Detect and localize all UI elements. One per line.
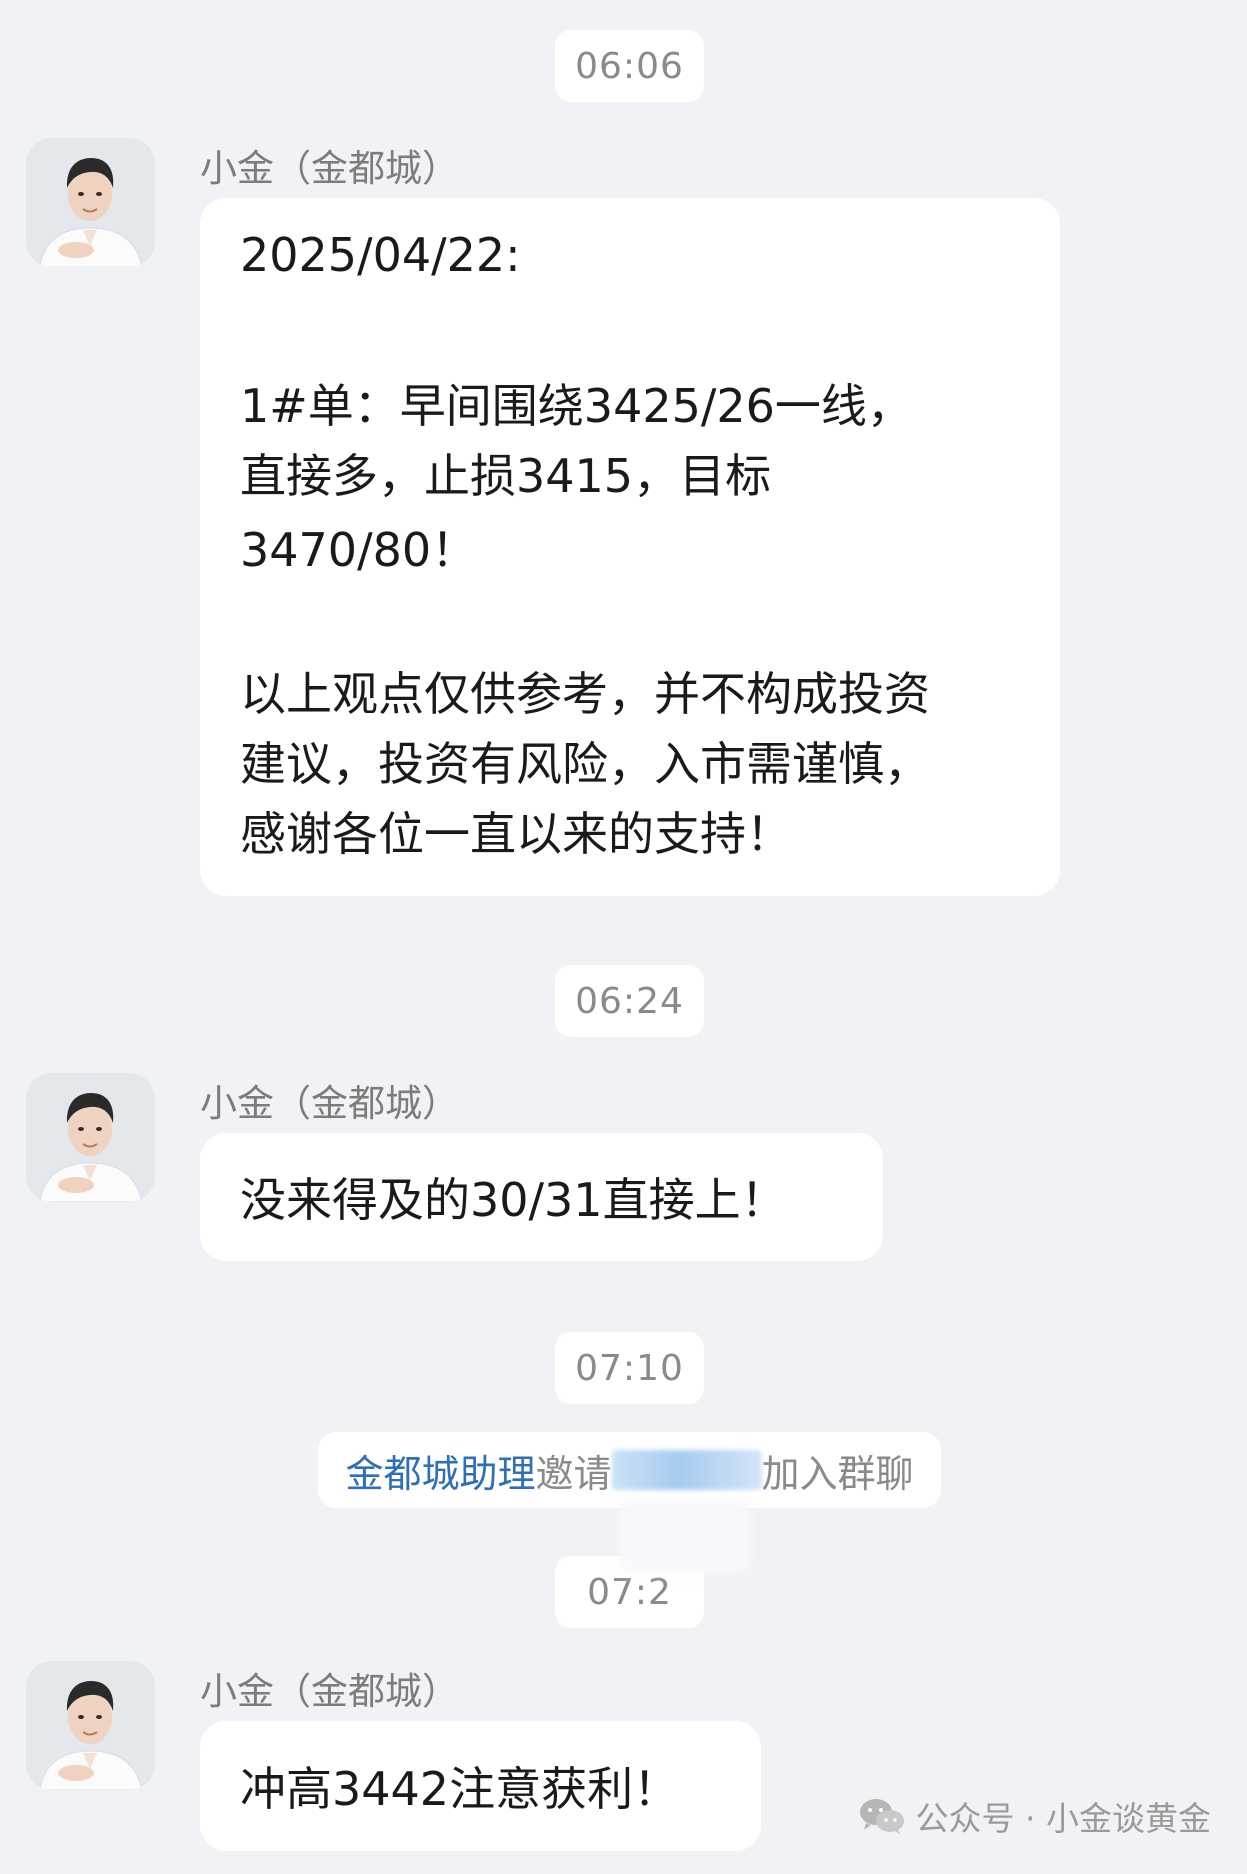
watermark: 公众号 · 小金谈黄金: [858, 1792, 1211, 1840]
timestamp-text: 06:06: [575, 45, 684, 87]
message-line: 1#单：早间围绕3425/26一线，: [240, 379, 913, 433]
timestamp-chip: 07:10: [555, 1332, 704, 1404]
timestamp-text: 07:10: [575, 1347, 684, 1389]
message-bubble[interactable]: 2025/04/22: 1#单：早间围绕3425/26一线， 直接多，止损341…: [200, 198, 1060, 896]
message-line: 感谢各位一直以来的支持！: [240, 807, 792, 861]
invitee-redacted: [611, 1450, 762, 1490]
avatar-photo-icon: [26, 1073, 155, 1202]
notice-verb: 邀请: [535, 1451, 612, 1496]
message-line: 建议，投资有风险，入市需谨慎，: [240, 737, 930, 791]
message-line: 2025/04/22:: [240, 228, 521, 282]
timestamp-chip: 06:06: [555, 30, 704, 102]
sender-name: 小金（金都城）: [200, 147, 459, 190]
timestamp-chip: 06:24: [555, 965, 704, 1037]
timestamp-text: 06:24: [575, 980, 684, 1022]
wechat-icon: [859, 1799, 904, 1835]
sender-name: 小金（金都城）: [200, 1670, 459, 1713]
sender-name: 小金（金都城）: [200, 1082, 459, 1125]
sender-avatar[interactable]: [26, 138, 155, 267]
avatar-photo-icon: [26, 138, 155, 267]
message-text: 冲高3442注意获利！: [240, 1762, 680, 1816]
group-join-notice: 金都城助理 邀请 加入群聊: [318, 1432, 941, 1508]
notice-suffix: 加入群聊: [761, 1451, 914, 1496]
message-line: 以上观点仅供参考，并不构成投资: [240, 667, 930, 721]
timestamp-text: 07:2: [587, 1571, 672, 1613]
message-bubble[interactable]: 没来得及的30/31直接上！: [200, 1133, 883, 1261]
message-line: 直接多，止损3415，目标: [240, 449, 772, 503]
avatar-photo-icon: [26, 1661, 155, 1790]
redaction-blur: [620, 1500, 750, 1572]
sender-avatar[interactable]: [26, 1073, 155, 1202]
sender-avatar[interactable]: [26, 1661, 155, 1790]
message-text: 没来得及的30/31直接上！: [240, 1173, 787, 1227]
message-bubble[interactable]: 冲高3442注意获利！: [200, 1721, 761, 1851]
inviter-link[interactable]: 金都城助理: [345, 1443, 535, 1498]
message-line: 3470/80！: [240, 523, 478, 577]
watermark-text: 公众号 · 小金谈黄金: [915, 1799, 1211, 1838]
